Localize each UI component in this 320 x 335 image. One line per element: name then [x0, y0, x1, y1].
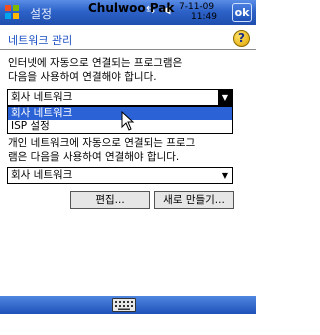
title-bar: 설정 ⇆ ◀ Chulwoo Pak 7-11-09 11:49 ok [0, 0, 256, 25]
new-button[interactable]: 새로 만들기... [154, 191, 234, 209]
private-description-line2: 램은 다음을 사용하여 연결해야 합니다. [8, 151, 180, 163]
clock-time[interactable]: 11:49 [191, 12, 217, 22]
private-network-select[interactable]: 회사 네트워크 ▼ [7, 167, 233, 184]
private-description-line1: 개인 네트워크에 자동으로 연결되는 프로그 [8, 137, 196, 149]
bottom-menu-bar [0, 296, 256, 314]
dropdown-option-work-network[interactable]: 회사 네트워크 [8, 107, 232, 120]
owner-name: Chulwoo Pak [88, 1, 175, 15]
help-icon[interactable]: ? [233, 30, 250, 47]
edit-button[interactable]: 편집... [70, 191, 150, 209]
mouse-cursor-icon [121, 111, 135, 131]
windows-start-icon[interactable] [4, 4, 20, 20]
page-title: 네트워크 관리 [8, 34, 73, 47]
chevron-down-icon[interactable]: ▼ [218, 168, 232, 183]
internet-description-line1: 인터넷에 자동으로 연결되는 프로그램은 [8, 57, 183, 69]
internet-select-value: 회사 네트워크 [11, 91, 73, 103]
chevron-down-icon[interactable]: ▼ [218, 90, 232, 105]
keyboard-icon[interactable] [112, 298, 136, 312]
internet-network-select[interactable]: 회사 네트워크 ▼ [7, 89, 233, 106]
internet-network-dropdown[interactable]: 회사 네트워크 ISP 설정 [7, 106, 233, 134]
dropdown-option-isp-settings[interactable]: ISP 설정 [8, 120, 232, 133]
private-select-value: 회사 네트워크 [11, 169, 73, 181]
app-title: 설정 [30, 7, 53, 21]
internet-description-line2: 다음을 사용하여 연결해야 합니다. [8, 71, 157, 83]
ok-button[interactable]: ok [232, 3, 252, 22]
date-text[interactable]: 7-11-09 [179, 2, 214, 12]
divider [0, 49, 256, 50]
